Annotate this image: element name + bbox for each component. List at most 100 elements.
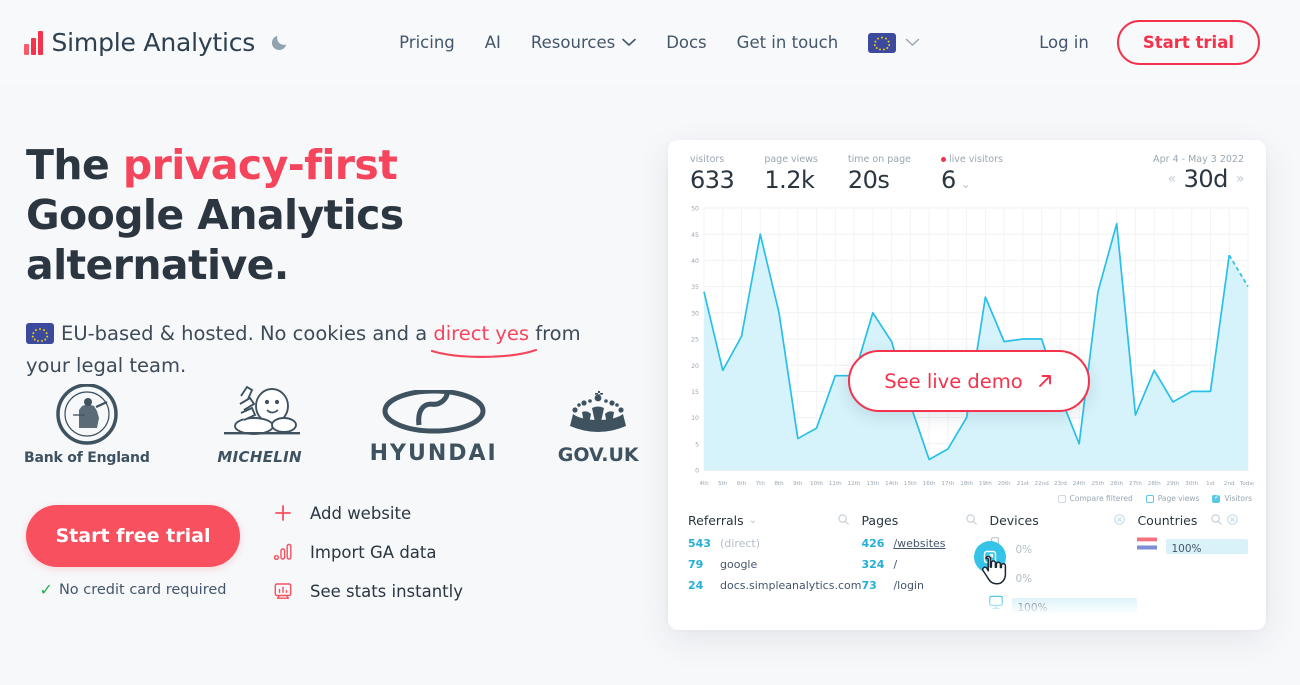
chevron-down-icon[interactable]: ⌄: [749, 515, 757, 526]
countries-table: Countries 100%: [1137, 513, 1248, 624]
svg-text:7th: 7th: [756, 481, 766, 487]
row-label: /login: [893, 579, 924, 592]
svg-text:30th: 30th: [1185, 481, 1198, 487]
stat-page-views[interactable]: page views 1.2k: [764, 154, 818, 194]
svg-text:13th: 13th: [866, 481, 879, 487]
search-icon[interactable]: [966, 513, 978, 528]
row-label[interactable]: /websites: [893, 537, 945, 550]
row-count: 543: [688, 537, 711, 550]
stat-time-on-page[interactable]: time on page 20s: [848, 154, 911, 194]
live-dot-icon: [940, 157, 946, 162]
device-row-desktop[interactable]: 100%: [989, 595, 1138, 615]
svg-text:23rd: 23rd: [1054, 481, 1067, 487]
stat-label-text: live visitors: [948, 154, 1003, 165]
table-row[interactable]: 426 /websites: [861, 537, 989, 550]
monitor-stats-icon: [272, 580, 294, 602]
nav-link-get-in-touch[interactable]: Get in touch: [737, 33, 839, 52]
legend-page-views[interactable]: Page views: [1145, 494, 1199, 503]
svg-text:35: 35: [691, 284, 699, 291]
brand-logo[interactable]: Simple Analytics: [24, 28, 289, 57]
svg-text:50: 50: [691, 206, 699, 213]
country-row-netherlands[interactable]: 100%: [1137, 537, 1248, 556]
svg-text:9th: 9th: [793, 481, 803, 487]
svg-text:Today: Today: [1239, 481, 1254, 487]
svg-text:2nd: 2nd: [1224, 481, 1235, 487]
nav-link-label: Resources: [530, 33, 616, 52]
devices-table: Devices 0% 0% 100%: [989, 513, 1138, 624]
svg-text:8th: 8th: [774, 481, 784, 487]
nav-link-label: Pricing: [399, 33, 455, 52]
language-selector[interactable]: [868, 32, 920, 53]
mouse-cursor-pointer-icon: [981, 556, 1007, 585]
chevron-left-icon[interactable]: «: [1168, 171, 1177, 187]
svg-text:20: 20: [691, 363, 699, 370]
row-count: 79: [688, 558, 704, 571]
table-row[interactable]: 543 (direct): [688, 537, 861, 550]
nav-link-docs[interactable]: Docs: [666, 33, 706, 52]
hero-subheading: EU-based & hosted. No cookies and a dire…: [26, 318, 606, 382]
start-trial-button[interactable]: Start trial: [1116, 20, 1260, 65]
search-icon[interactable]: [1211, 513, 1222, 528]
start-free-trial-button[interactable]: Start free trial: [26, 505, 240, 567]
direct-yes-link[interactable]: direct yes: [431, 318, 538, 358]
svg-text:19th: 19th: [979, 481, 992, 487]
feature-see-stats-instantly[interactable]: See stats instantly: [272, 580, 463, 602]
close-circle-icon[interactable]: [1114, 513, 1126, 528]
login-link[interactable]: Log in: [1039, 33, 1089, 52]
stat-label: time on page: [847, 154, 911, 165]
table-row[interactable]: 324 /: [861, 558, 989, 571]
table-row[interactable]: 73 /login: [861, 579, 989, 592]
checkbox-checked-icon[interactable]: [1212, 493, 1221, 503]
device-row-tablet[interactable]: 0%: [989, 566, 1137, 586]
logo-caption: GOV.UK: [557, 444, 639, 466]
nav-link-pricing[interactable]: Pricing: [399, 33, 455, 52]
table-row[interactable]: 79 google: [688, 558, 861, 571]
svg-text:24th: 24th: [1073, 481, 1086, 487]
moon-icon[interactable]: [270, 33, 289, 52]
search-icon[interactable]: [838, 513, 850, 528]
see-live-demo-button[interactable]: See live demo: [848, 350, 1090, 412]
nav-link-label: Docs: [666, 33, 707, 52]
arrow-up-right-icon: [1038, 375, 1051, 387]
gov-uk-logo: GOV.UK: [558, 390, 639, 466]
nav-link-resources[interactable]: Resources: [531, 33, 636, 52]
row-label: google: [720, 558, 758, 571]
chevron-right-icon[interactable]: »: [1236, 171, 1245, 187]
michelin-logo: MICHELIN: [210, 382, 310, 466]
direct-yes-label: direct yes: [433, 322, 530, 345]
legend-label: Compare filtered: [1069, 494, 1133, 503]
headline-line2: Google Analytics alternative.: [26, 191, 404, 289]
table-row[interactable]: 24 docs.simpleanalytics.com: [688, 579, 861, 592]
svg-text:10th: 10th: [810, 481, 823, 487]
checkbox-icon[interactable]: [1145, 494, 1154, 503]
chart-svg: 0 5 10 15 20 25 30 35 40 45 50 4th 5th 6th 7th 8th 9th 10…: [691, 206, 1257, 487]
chevron-down-icon: [622, 38, 636, 47]
nav-link-label: Get in touch: [736, 33, 839, 52]
feature-import-ga-data[interactable]: Import GA data: [272, 541, 463, 563]
hyundai-logo: HYUNDAI: [370, 390, 498, 466]
see-live-demo-label: See live demo: [884, 369, 1023, 393]
device-row-mobile[interactable]: 0%: [989, 537, 1137, 557]
chevron-down-icon[interactable]: ⌄: [961, 177, 971, 191]
nav-link-ai[interactable]: AI: [485, 33, 501, 52]
svg-text:0: 0: [695, 468, 699, 475]
stat-visitors[interactable]: visitors 633: [690, 154, 735, 194]
logo-caption: Bank of England: [24, 450, 150, 466]
feature-label: Import GA data: [310, 542, 437, 562]
visitors-chart[interactable]: 0 5 10 15 20 25 30 35 40 45 50 4th 5th 6th 7th 8th 9th 10…: [678, 202, 1257, 492]
chart-legend: Compare filtered Page views Visitors: [668, 493, 1266, 503]
legend-visitors[interactable]: Visitors: [1212, 493, 1252, 503]
feature-add-website[interactable]: Add website: [272, 502, 463, 524]
close-circle-icon[interactable]: [1227, 513, 1238, 528]
page-title: The privacy-first Google Analytics alter…: [26, 140, 636, 290]
svg-text:25th: 25th: [1092, 481, 1105, 487]
checkbox-icon[interactable]: [1057, 494, 1066, 503]
cta-note: ✓ No credit card required: [26, 580, 240, 599]
device-percent: 0%: [1015, 543, 1033, 556]
stat-value: 6: [940, 166, 956, 194]
row-count: 324: [861, 558, 885, 571]
legend-compare-filtered[interactable]: Compare filtered: [1057, 494, 1133, 503]
device-bar: 100%: [1012, 597, 1138, 614]
stat-live-visitors[interactable]: live visitors 6 ⌄: [940, 154, 1003, 194]
svg-text:21st: 21st: [1017, 481, 1030, 487]
